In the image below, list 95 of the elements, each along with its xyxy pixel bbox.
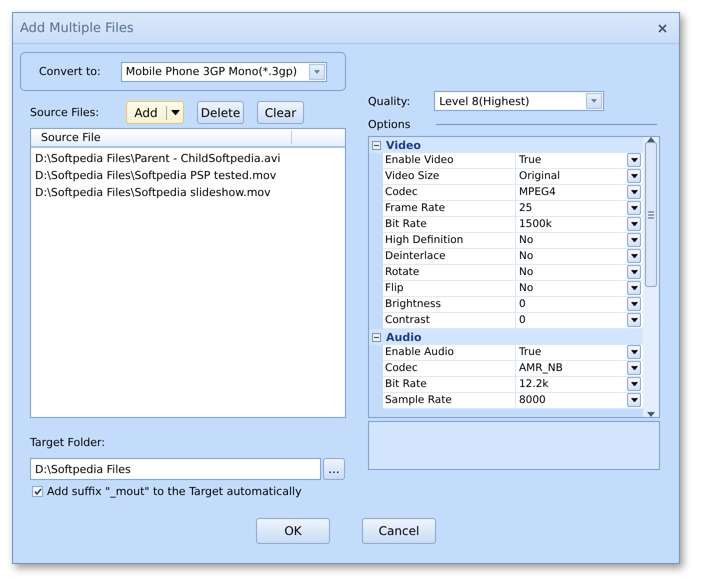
property-name: Enable Audio bbox=[383, 345, 516, 360]
value-dropdown-button[interactable] bbox=[627, 297, 641, 311]
value-dropdown-button[interactable] bbox=[627, 361, 641, 375]
property-value[interactable]: 25 bbox=[516, 201, 627, 216]
checkbox[interactable] bbox=[32, 486, 43, 497]
property-value[interactable]: 0 bbox=[516, 313, 627, 328]
caret-down-icon bbox=[630, 206, 638, 210]
caret-down-icon bbox=[630, 302, 638, 306]
quality-dropdown[interactable]: Level 8(Highest) bbox=[434, 91, 604, 111]
property-name: Codec bbox=[383, 185, 516, 200]
value-dropdown-button[interactable] bbox=[627, 169, 641, 183]
value-dropdown-button[interactable] bbox=[627, 281, 641, 295]
cancel-button[interactable]: Cancel bbox=[362, 518, 436, 544]
collapse-icon[interactable] bbox=[372, 140, 381, 150]
window-title: Add Multiple Files bbox=[20, 20, 134, 36]
scroll-down-icon bbox=[647, 412, 655, 417]
browse-button[interactable]: ... bbox=[323, 458, 345, 480]
add-button[interactable]: Add bbox=[126, 101, 184, 124]
file-row[interactable]: D:\Softpedia Files\Softpedia slideshow.mov bbox=[31, 185, 345, 202]
caret-down-icon bbox=[630, 382, 638, 386]
property-value[interactable]: True bbox=[516, 345, 627, 360]
property-name: High Definition bbox=[383, 233, 516, 248]
value-dropdown-button[interactable] bbox=[627, 217, 641, 231]
source-files-label: Source Files: bbox=[30, 106, 100, 119]
format-dropdown[interactable]: Mobile Phone 3GP Mono(*.3gp) bbox=[120, 62, 327, 82]
property-value[interactable]: True bbox=[516, 153, 627, 168]
quality-label: Quality: bbox=[368, 94, 410, 108]
collapse-icon[interactable] bbox=[372, 332, 381, 342]
caret-down-icon bbox=[630, 238, 638, 242]
property-name: Video Size bbox=[383, 169, 516, 184]
caret-down-icon bbox=[314, 70, 320, 74]
caret-down-icon bbox=[630, 398, 638, 402]
property-group-header[interactable]: Video bbox=[369, 137, 643, 153]
file-action-button[interactable]: Clear bbox=[257, 101, 304, 124]
property-name: Bit Rate bbox=[383, 217, 516, 232]
caret-down-icon bbox=[630, 286, 638, 290]
property-value[interactable]: No bbox=[516, 233, 627, 248]
property-value[interactable]: 12.2k bbox=[516, 377, 627, 392]
value-dropdown-button[interactable] bbox=[627, 249, 641, 263]
property-value[interactable]: No bbox=[516, 281, 627, 296]
property-value[interactable]: Original bbox=[516, 169, 627, 184]
target-folder-field[interactable]: D:\Softpedia Files bbox=[30, 458, 321, 480]
property-name: Brightness bbox=[383, 297, 516, 312]
ok-button[interactable]: OK bbox=[256, 518, 330, 544]
convert-to-label: Convert to: bbox=[39, 65, 101, 78]
property-value[interactable]: No bbox=[516, 249, 627, 264]
group-name: Video bbox=[386, 138, 421, 152]
value-dropdown-button[interactable] bbox=[627, 201, 641, 215]
value-dropdown-button[interactable] bbox=[627, 185, 641, 199]
value-dropdown-button[interactable] bbox=[627, 153, 641, 167]
caret-down-icon bbox=[630, 190, 638, 194]
caret-down-icon bbox=[630, 158, 638, 162]
property-name: Rotate bbox=[383, 265, 516, 280]
value-dropdown-button[interactable] bbox=[627, 345, 641, 359]
column-header[interactable]: Source File bbox=[31, 131, 292, 144]
property-value[interactable]: 1500k bbox=[516, 217, 627, 232]
caret-down-icon bbox=[591, 99, 598, 103]
property-name: Deinterlace bbox=[383, 249, 516, 264]
file-row[interactable]: D:\Softpedia Files\Softpedia PSP tested.mov bbox=[31, 168, 345, 185]
value-dropdown-button[interactable] bbox=[627, 393, 641, 407]
property-name: Frame Rate bbox=[383, 201, 516, 216]
close-icon[interactable] bbox=[658, 24, 667, 32]
caret-down-icon bbox=[630, 366, 638, 370]
property-name: Flip bbox=[383, 281, 516, 296]
value-dropdown-button[interactable] bbox=[627, 313, 641, 327]
scroll-thumb[interactable] bbox=[645, 142, 657, 287]
caret-down-icon bbox=[170, 110, 180, 116]
caret-down-icon bbox=[630, 222, 638, 226]
caret-down-icon bbox=[630, 350, 638, 354]
group-name: Audio bbox=[386, 330, 422, 344]
property-value[interactable]: AMR_NB bbox=[516, 361, 627, 376]
value-dropdown-button[interactable] bbox=[627, 265, 641, 279]
property-group-header[interactable]: Audio bbox=[369, 329, 643, 345]
target-folder-label: Target Folder: bbox=[30, 436, 106, 449]
suffix-option-label: Add suffix "_mout" to the Target automatically bbox=[47, 485, 302, 498]
property-name: Bit Rate bbox=[383, 377, 516, 392]
property-name: Sample Rate bbox=[383, 393, 516, 408]
caret-down-icon bbox=[630, 318, 638, 322]
property-name: Contrast bbox=[383, 313, 516, 328]
property-name: Enable Video bbox=[383, 153, 516, 168]
property-value[interactable]: 8000 bbox=[516, 393, 627, 408]
property-name: Codec bbox=[383, 361, 516, 376]
value-dropdown-button[interactable] bbox=[627, 233, 641, 247]
property-value[interactable]: No bbox=[516, 265, 627, 280]
options-label: Options bbox=[368, 118, 410, 131]
file-action-button[interactable]: Delete bbox=[197, 101, 244, 124]
checkmark-icon bbox=[34, 488, 42, 495]
file-row[interactable]: D:\Softpedia Files\Parent - ChildSoftpedia.avi bbox=[31, 151, 345, 168]
caret-down-icon bbox=[630, 174, 638, 178]
value-dropdown-button[interactable] bbox=[627, 377, 641, 391]
property-value[interactable]: MPEG4 bbox=[516, 185, 627, 200]
scrollbar[interactable] bbox=[643, 137, 659, 417]
caret-down-icon bbox=[630, 270, 638, 274]
property-value[interactable]: 0 bbox=[516, 297, 627, 312]
caret-down-icon bbox=[630, 254, 638, 258]
